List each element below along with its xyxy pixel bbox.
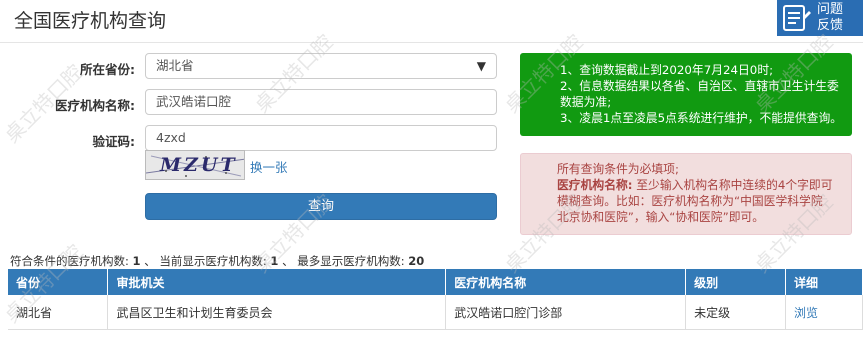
institution-name-input[interactable]: 武汉皓诺口腔 bbox=[145, 89, 497, 115]
warning-notice-line: 所有查询条件为必填项; bbox=[557, 162, 679, 176]
warning-notice-bold-label: 医疗机构名称: bbox=[557, 178, 633, 192]
current-count: 1 bbox=[270, 254, 279, 268]
max-count: 20 bbox=[408, 254, 425, 268]
captcha-label: 验证码: bbox=[92, 134, 136, 149]
view-detail-link[interactable]: 浏览 bbox=[785, 295, 863, 330]
cell-authority: 武昌区卫生和计划生育委员会 bbox=[107, 295, 447, 330]
info-notice-line: 2、信息数据结果以各省、自治区、直辖市卫生计生委 bbox=[560, 79, 839, 93]
warning-notice-line: 医疗机构名称: 至少输入机构名称中连续的4个字即可 bbox=[557, 177, 843, 193]
column-header-detail: 详细 bbox=[785, 269, 863, 295]
captcha-image[interactable]: MZUT bbox=[145, 150, 245, 180]
info-notice-line: 数据为准; bbox=[560, 95, 612, 109]
feedback-button[interactable]: 问题 反馈 bbox=[777, 0, 863, 36]
max-count-label: 最多显示医疗机构数: bbox=[297, 254, 405, 268]
feedback-label-line2: 反馈 bbox=[817, 18, 844, 33]
cell-province: 湖北省 bbox=[8, 295, 109, 330]
cell-institution: 武汉皓诺口腔门诊部 bbox=[445, 295, 687, 330]
matched-count: 1 bbox=[132, 254, 141, 268]
province-selected-value: 湖北省 bbox=[156, 58, 194, 73]
title-divider bbox=[0, 42, 863, 43]
column-header-institution: 医疗机构名称 bbox=[445, 269, 687, 295]
warning-notice-line: 北京协和医院”，输入“协和医院”即可。 bbox=[557, 210, 765, 224]
page-title: 全国医疗机构查询 bbox=[14, 10, 167, 32]
matched-count-label: 符合条件的医疗机构数: bbox=[10, 254, 129, 268]
province-select[interactable]: 湖北省 ▼ bbox=[145, 53, 497, 79]
info-notice-line: 1、查询数据截止到2020年7月24日0时; bbox=[560, 63, 774, 77]
refresh-captcha-link[interactable]: 换一张 bbox=[250, 157, 288, 176]
institution-name-label: 医疗机构名称: bbox=[55, 98, 135, 113]
current-count-label: 当前显示医疗机构数: bbox=[159, 254, 267, 268]
table-header-row: 省份 审批机关 医疗机构名称 级别 详细 bbox=[8, 269, 863, 295]
result-summary: 符合条件的医疗机构数: 1 、 当前显示医疗机构数: 1 、 最多显示医疗机构数… bbox=[10, 253, 424, 269]
feedback-icon bbox=[783, 5, 811, 31]
cell-level: 未定级 bbox=[685, 295, 786, 330]
captcha-input[interactable]: 4zxd bbox=[145, 125, 497, 151]
province-label: 所在省份: bbox=[80, 62, 135, 77]
captcha-image-text: MZUT bbox=[160, 154, 238, 176]
feedback-label-line1: 问题 bbox=[817, 2, 844, 17]
results-table: 省份 审批机关 医疗机构名称 级别 详细 湖北省 武昌区卫生和计划生育委员会 武… bbox=[8, 269, 863, 330]
column-header-province: 省份 bbox=[8, 269, 109, 295]
table-row: 湖北省 武昌区卫生和计划生育委员会 武汉皓诺口腔门诊部 未定级 浏览 bbox=[8, 295, 863, 330]
query-button[interactable]: 查询 bbox=[145, 193, 497, 220]
info-notice-line: 3、凌晨1点至凌晨5点系统进行维护，不能提供查询。 bbox=[560, 111, 843, 125]
column-header-level: 级别 bbox=[685, 269, 786, 295]
summary-separator: 、 bbox=[144, 254, 156, 268]
column-header-authority: 审批机关 bbox=[107, 269, 447, 295]
dropdown-arrow-icon: ▼ bbox=[476, 59, 486, 73]
summary-separator: 、 bbox=[282, 254, 294, 268]
warning-notice: 所有查询条件为必填项; 医疗机构名称: 至少输入机构名称中连续的4个字即可 模糊… bbox=[520, 153, 852, 235]
warning-notice-text: 至少输入机构名称中连续的4个字即可 bbox=[636, 178, 833, 192]
info-notice: 1、查询数据截止到2020年7月24日0时; 2、信息数据结果以各省、自治区、直… bbox=[520, 53, 852, 136]
warning-notice-line: 模糊查询。比如：医疗机构名称为“中国医学科学院 bbox=[557, 194, 823, 208]
